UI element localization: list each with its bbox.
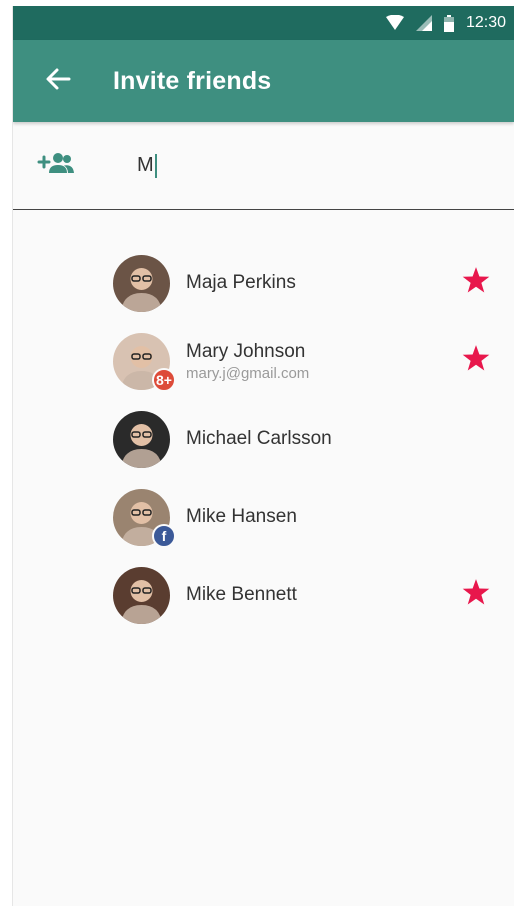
star-icon[interactable] bbox=[462, 267, 490, 299]
contact-name: Mike Hansen bbox=[186, 506, 297, 527]
add-person-icon bbox=[37, 151, 75, 180]
avatar: f bbox=[113, 488, 176, 548]
app-bar: Invite friends bbox=[13, 40, 514, 122]
facebook-badge-icon: f bbox=[152, 523, 176, 548]
contact-row[interactable]: 8+ Mary Johnson mary.j@gmail.com bbox=[13, 322, 514, 400]
star-icon[interactable] bbox=[462, 345, 490, 377]
search-input[interactable]: M bbox=[137, 153, 157, 178]
contact-name: Michael Carlsson bbox=[186, 428, 332, 449]
wifi-icon bbox=[385, 15, 404, 31]
text-cursor bbox=[154, 153, 157, 178]
contact-list: Maja Perkins 8+ Mary Johnson mary.j@gmail.c… bbox=[13, 210, 514, 634]
contact-text: Mike Hansen bbox=[186, 506, 297, 528]
arrow-back-icon bbox=[45, 67, 71, 96]
contact-row[interactable]: Mike Bennett bbox=[13, 556, 514, 634]
google-plus-badge-icon: 8+ bbox=[152, 367, 176, 392]
avatar bbox=[113, 410, 170, 468]
avatar-photo bbox=[113, 254, 170, 312]
status-time: 12:30 bbox=[465, 14, 506, 31]
back-button[interactable] bbox=[27, 51, 89, 111]
page-title: Invite friends bbox=[113, 66, 272, 95]
contact-name: Mary Johnson bbox=[186, 340, 306, 362]
contact-text: Michael Carlsson bbox=[186, 428, 332, 450]
avatar-photo bbox=[113, 410, 170, 468]
status-bar: 12:30 bbox=[13, 6, 514, 40]
star-icon[interactable] bbox=[462, 579, 490, 611]
cell-signal-icon bbox=[415, 15, 432, 31]
avatar bbox=[113, 254, 170, 312]
add-person-button[interactable] bbox=[37, 151, 99, 180]
contact-text: Maja Perkins bbox=[186, 272, 296, 294]
search-row: M bbox=[13, 122, 514, 210]
contact-row[interactable]: Maja Perkins bbox=[13, 244, 514, 322]
avatar-photo bbox=[113, 566, 170, 624]
avatar bbox=[113, 566, 170, 624]
contact-text: Mike Bennett bbox=[186, 584, 297, 606]
battery-icon bbox=[443, 14, 454, 32]
avatar: 8+ bbox=[113, 332, 176, 392]
search-input-value: M bbox=[137, 154, 154, 176]
contact-name: Mike Bennett bbox=[186, 584, 297, 605]
contact-email: mary.j@gmail.com bbox=[186, 364, 310, 382]
contact-row[interactable]: f Mike Hansen bbox=[13, 478, 514, 556]
phone-screen: 12:30 Invite friends M Maja Perkins 8+ M… bbox=[12, 6, 514, 906]
contact-name: Maja Perkins bbox=[186, 272, 296, 293]
contact-text: Mary Johnson mary.j@gmail.com bbox=[186, 341, 309, 382]
contact-row[interactable]: Michael Carlsson bbox=[13, 400, 514, 478]
